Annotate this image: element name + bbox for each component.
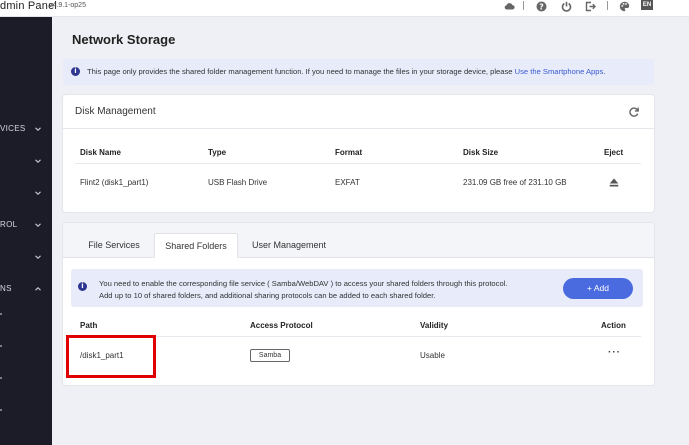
- submenu-bullet: [0, 345, 2, 347]
- help-icon[interactable]: ?: [535, 0, 547, 12]
- disk-size-cell: 231.09 GB free of 231.10 GB: [463, 178, 567, 187]
- sidebar-item-label: VICES: [0, 124, 26, 133]
- app-version: v4.9.1-op25: [49, 2, 86, 9]
- sidebar-item-applications[interactable]: NS: [0, 282, 52, 298]
- sidebar-item-services[interactable]: VICES: [0, 122, 52, 138]
- table-divider: [75, 336, 641, 337]
- notice-banner: i You need to enable the corresponding f…: [71, 269, 643, 307]
- disk-management-card: Disk Management Disk Name Type Format Di…: [63, 95, 654, 212]
- column-header-path: Path: [80, 321, 98, 330]
- tab-user-management[interactable]: User Management: [243, 233, 335, 258]
- sidebar: VICES ROL NS: [0, 17, 52, 445]
- share-validity-cell: Usable: [420, 351, 445, 360]
- tab-shared-folders[interactable]: Shared Folders: [154, 233, 238, 258]
- top-header: dmin Panel v4.9.1-op25 ? EN: [0, 0, 689, 17]
- notice-line-1: You need to enable the corresponding fil…: [99, 279, 508, 288]
- svg-text:?: ?: [539, 2, 544, 11]
- column-header-action: Action: [601, 321, 626, 330]
- info-icon: i: [78, 282, 87, 291]
- power-icon[interactable]: [560, 0, 572, 12]
- cloud-icon[interactable]: [503, 0, 515, 12]
- sidebar-item-label: ROL: [0, 220, 18, 229]
- eject-icon[interactable]: [609, 178, 619, 187]
- sidebar-item-control[interactable]: ROL: [0, 218, 52, 234]
- column-header-type: Type: [208, 148, 227, 157]
- chevron-down-icon: [35, 159, 41, 163]
- refresh-icon[interactable]: [628, 106, 640, 118]
- tab-bar: File Services Shared Folders User Manage…: [63, 223, 654, 258]
- card-header: Disk Management: [63, 95, 654, 129]
- sidebar-item-group-5[interactable]: [0, 250, 52, 266]
- submenu-bullet: [0, 377, 2, 379]
- more-actions-icon[interactable]: ···: [608, 347, 621, 358]
- table-divider: [75, 163, 641, 164]
- info-message: This page only provides the shared folde…: [87, 67, 513, 76]
- theme-icon[interactable]: [618, 0, 630, 12]
- chevron-down-icon: [35, 255, 41, 259]
- column-header-eject: Eject: [604, 148, 624, 157]
- disk-type-cell: USB Flash Drive: [208, 178, 268, 187]
- chevron-down-icon: [35, 223, 41, 227]
- header-divider: [523, 1, 524, 10]
- column-header-disk-size: Disk Size: [463, 148, 499, 157]
- chevron-down-icon: [35, 127, 41, 131]
- chevron-up-icon: [35, 287, 41, 291]
- disk-format-cell: EXFAT: [335, 178, 360, 187]
- info-banner: i This page only provides the shared fol…: [63, 59, 654, 85]
- column-header-validity: Validity: [420, 321, 449, 330]
- logout-icon[interactable]: [584, 0, 596, 12]
- disk-name-cell: Flint2 (disk1_part1): [80, 178, 149, 187]
- column-header-access-protocol: Access Protocol: [250, 321, 313, 330]
- header-divider: [607, 1, 608, 10]
- info-text: This page only provides the shared folde…: [87, 67, 605, 76]
- info-icon: i: [71, 67, 80, 76]
- highlight-box: [66, 335, 156, 378]
- column-header-disk-name: Disk Name: [80, 148, 121, 157]
- submenu-bullet: [0, 313, 2, 315]
- sidebar-item-label: NS: [0, 284, 12, 293]
- sidebar-item-group-3[interactable]: [0, 186, 52, 202]
- protocol-badge: Samba: [250, 349, 290, 362]
- language-switch[interactable]: EN: [641, 0, 653, 10]
- submenu-bullet: [0, 409, 2, 411]
- column-header-format: Format: [335, 148, 363, 157]
- sidebar-item-group-2[interactable]: [0, 154, 52, 170]
- card-title: Disk Management: [75, 106, 156, 117]
- notice-line-2: Add up to 10 of shared folders, and addi…: [99, 291, 436, 300]
- add-share-button[interactable]: + Add: [563, 278, 633, 299]
- page-title: Network Storage: [72, 32, 176, 47]
- smartphone-apps-link[interactable]: Use the Smartphone Apps: [515, 67, 604, 76]
- tab-file-services[interactable]: File Services: [78, 233, 150, 258]
- chevron-down-icon: [35, 191, 41, 195]
- info-suffix: .: [603, 67, 606, 76]
